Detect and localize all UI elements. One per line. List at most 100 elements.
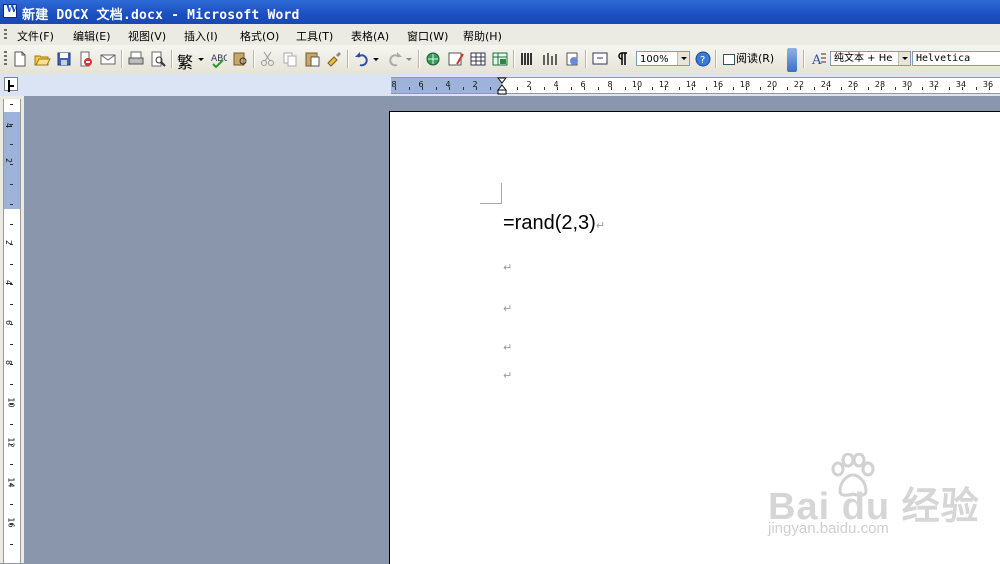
ruler-tick <box>989 87 990 90</box>
menu-edit[interactable]: 编辑(E) <box>73 28 111 44</box>
ruler-tick <box>651 87 653 90</box>
zoom-dropdown-icon[interactable] <box>677 52 689 65</box>
ruler-tick <box>746 87 747 90</box>
ruler-number: 22 <box>793 80 805 89</box>
research-icon[interactable] <box>231 50 249 68</box>
styles-formatting-icon[interactable]: A <box>810 50 828 68</box>
toolbar-separator <box>418 50 420 68</box>
ruler-tick <box>10 524 13 525</box>
ruler-tick <box>557 87 558 90</box>
menu-bar: 文件(F) 编辑(E) 视图(V) 插入(I) 格式(O) 工具(T) 表格(A… <box>0 24 1000 46</box>
tables-borders-icon[interactable] <box>447 50 465 68</box>
toolbar-options-button[interactable] <box>787 48 797 72</box>
redo-icon[interactable] <box>386 50 404 68</box>
ruler-number: 32 <box>928 80 940 89</box>
permission-icon[interactable] <box>77 50 95 68</box>
ruler-tick <box>10 164 13 165</box>
insert-excel-icon[interactable] <box>491 50 509 68</box>
baidu-watermark: Bai du 经验 jingyan.baidu.com <box>760 453 1000 563</box>
style-dropdown-icon[interactable] <box>898 52 910 65</box>
toolbar-separator <box>585 50 587 68</box>
ruler-tick <box>10 284 13 285</box>
open-folder-icon[interactable] <box>33 50 51 68</box>
zoom-combobox[interactable]: 100% <box>636 51 690 66</box>
format-painter-icon[interactable] <box>325 50 343 68</box>
font-combobox[interactable]: Helvetica <box>912 51 1000 66</box>
ruler-tick <box>10 504 13 505</box>
drawing-icon[interactable] <box>541 50 559 68</box>
toolbar-separator <box>121 50 123 68</box>
pilcrow-icon[interactable] <box>613 50 631 68</box>
paste-icon[interactable] <box>303 50 321 68</box>
ruler-tick <box>10 224 13 225</box>
menu-window[interactable]: 窗口(W) <box>407 28 448 44</box>
ruler-tick <box>449 87 450 90</box>
traditional-chinese-button[interactable]: 繁 <box>177 49 193 72</box>
ruler-number: 24 <box>820 80 832 89</box>
vertical-ruler[interactable]: 4 2 2 4 6 8 10 12 14 16 <box>3 99 21 563</box>
tab-selector-button[interactable] <box>4 77 18 91</box>
help-icon[interactable]: ? <box>694 50 712 68</box>
ruler-number: 2 <box>4 157 14 164</box>
print-preview-icon[interactable] <box>149 50 167 68</box>
word-app-icon[interactable] <box>3 4 17 18</box>
title-bar: 新建 DOCX 文档.docx - Microsoft Word <box>0 0 1000 24</box>
window-title: 新建 DOCX 文档.docx - Microsoft Word <box>22 8 300 23</box>
menubar-grip[interactable] <box>4 29 7 40</box>
new-document-icon[interactable] <box>11 50 29 68</box>
show-hide-icon[interactable] <box>591 50 609 68</box>
ruler-tick <box>10 464 13 465</box>
ruler-tick <box>10 544 13 545</box>
toolbar-grip[interactable] <box>4 51 7 67</box>
ruler-tick <box>10 144 13 145</box>
email-icon[interactable] <box>99 50 117 68</box>
redo-dropdown-icon[interactable] <box>404 50 414 68</box>
ruler-tick <box>692 87 693 90</box>
document-map-icon[interactable] <box>563 50 581 68</box>
ruler-tick <box>10 424 13 425</box>
cut-icon[interactable] <box>259 50 277 68</box>
columns-icon[interactable] <box>519 50 537 68</box>
menu-table[interactable]: 表格(A) <box>351 28 389 44</box>
undo-icon[interactable] <box>353 50 371 68</box>
menu-file[interactable]: 文件(F) <box>17 28 54 44</box>
ruler-number: 26 <box>847 80 859 89</box>
horizontal-ruler[interactable]: 8 6 4 2 2 4 6 8 10 12 14 16 18 20 22 24 26 28 30 32 34 36 <box>391 77 1000 94</box>
ruler-tick <box>10 104 13 105</box>
ruler-number: 16 <box>6 517 16 528</box>
ruler-tick <box>773 87 774 90</box>
document-line-1[interactable]: =rand(2,3)↵ <box>503 212 605 235</box>
print-icon[interactable] <box>127 50 145 68</box>
spelling-check-icon[interactable]: ABC <box>209 50 227 68</box>
chevron-down-icon[interactable] <box>196 50 206 68</box>
ruler-tick <box>638 87 639 90</box>
read-mode-button[interactable]: 阅读(R) <box>720 51 784 67</box>
save-icon[interactable] <box>55 50 73 68</box>
ruler-number: 12 <box>658 80 670 89</box>
insert-table-icon[interactable] <box>469 50 487 68</box>
undo-dropdown-icon[interactable] <box>371 50 381 68</box>
menu-format[interactable]: 格式(O) <box>240 28 279 44</box>
ruler-tick <box>516 87 518 90</box>
menu-tools[interactable]: 工具(T) <box>296 28 333 44</box>
ruler-tick <box>10 384 13 385</box>
style-combobox[interactable]: 纯文本 + He <box>830 51 911 66</box>
copy-icon[interactable] <box>281 50 299 68</box>
ruler-tick <box>476 87 477 90</box>
ruler-tick <box>854 87 855 90</box>
ruler-tick <box>624 87 626 90</box>
menu-insert[interactable]: 插入(I) <box>184 28 218 44</box>
indent-marker-icon[interactable] <box>497 74 507 96</box>
hyperlink-icon[interactable] <box>425 50 443 68</box>
empty-paragraph-mark: ↵ <box>503 341 513 354</box>
ruler-tick <box>10 184 13 185</box>
menu-view[interactable]: 视图(V) <box>128 28 166 44</box>
empty-paragraph-mark: ↵ <box>503 369 513 382</box>
toolbar-separator <box>513 50 515 68</box>
ruler-tick <box>10 444 13 445</box>
svg-text:ABC: ABC <box>211 54 227 64</box>
watermark-url: jingyan.baidu.com <box>768 520 889 537</box>
ruler-tick <box>840 87 842 90</box>
menu-help[interactable]: 帮助(H) <box>463 28 502 44</box>
ruler-tick <box>597 87 599 90</box>
